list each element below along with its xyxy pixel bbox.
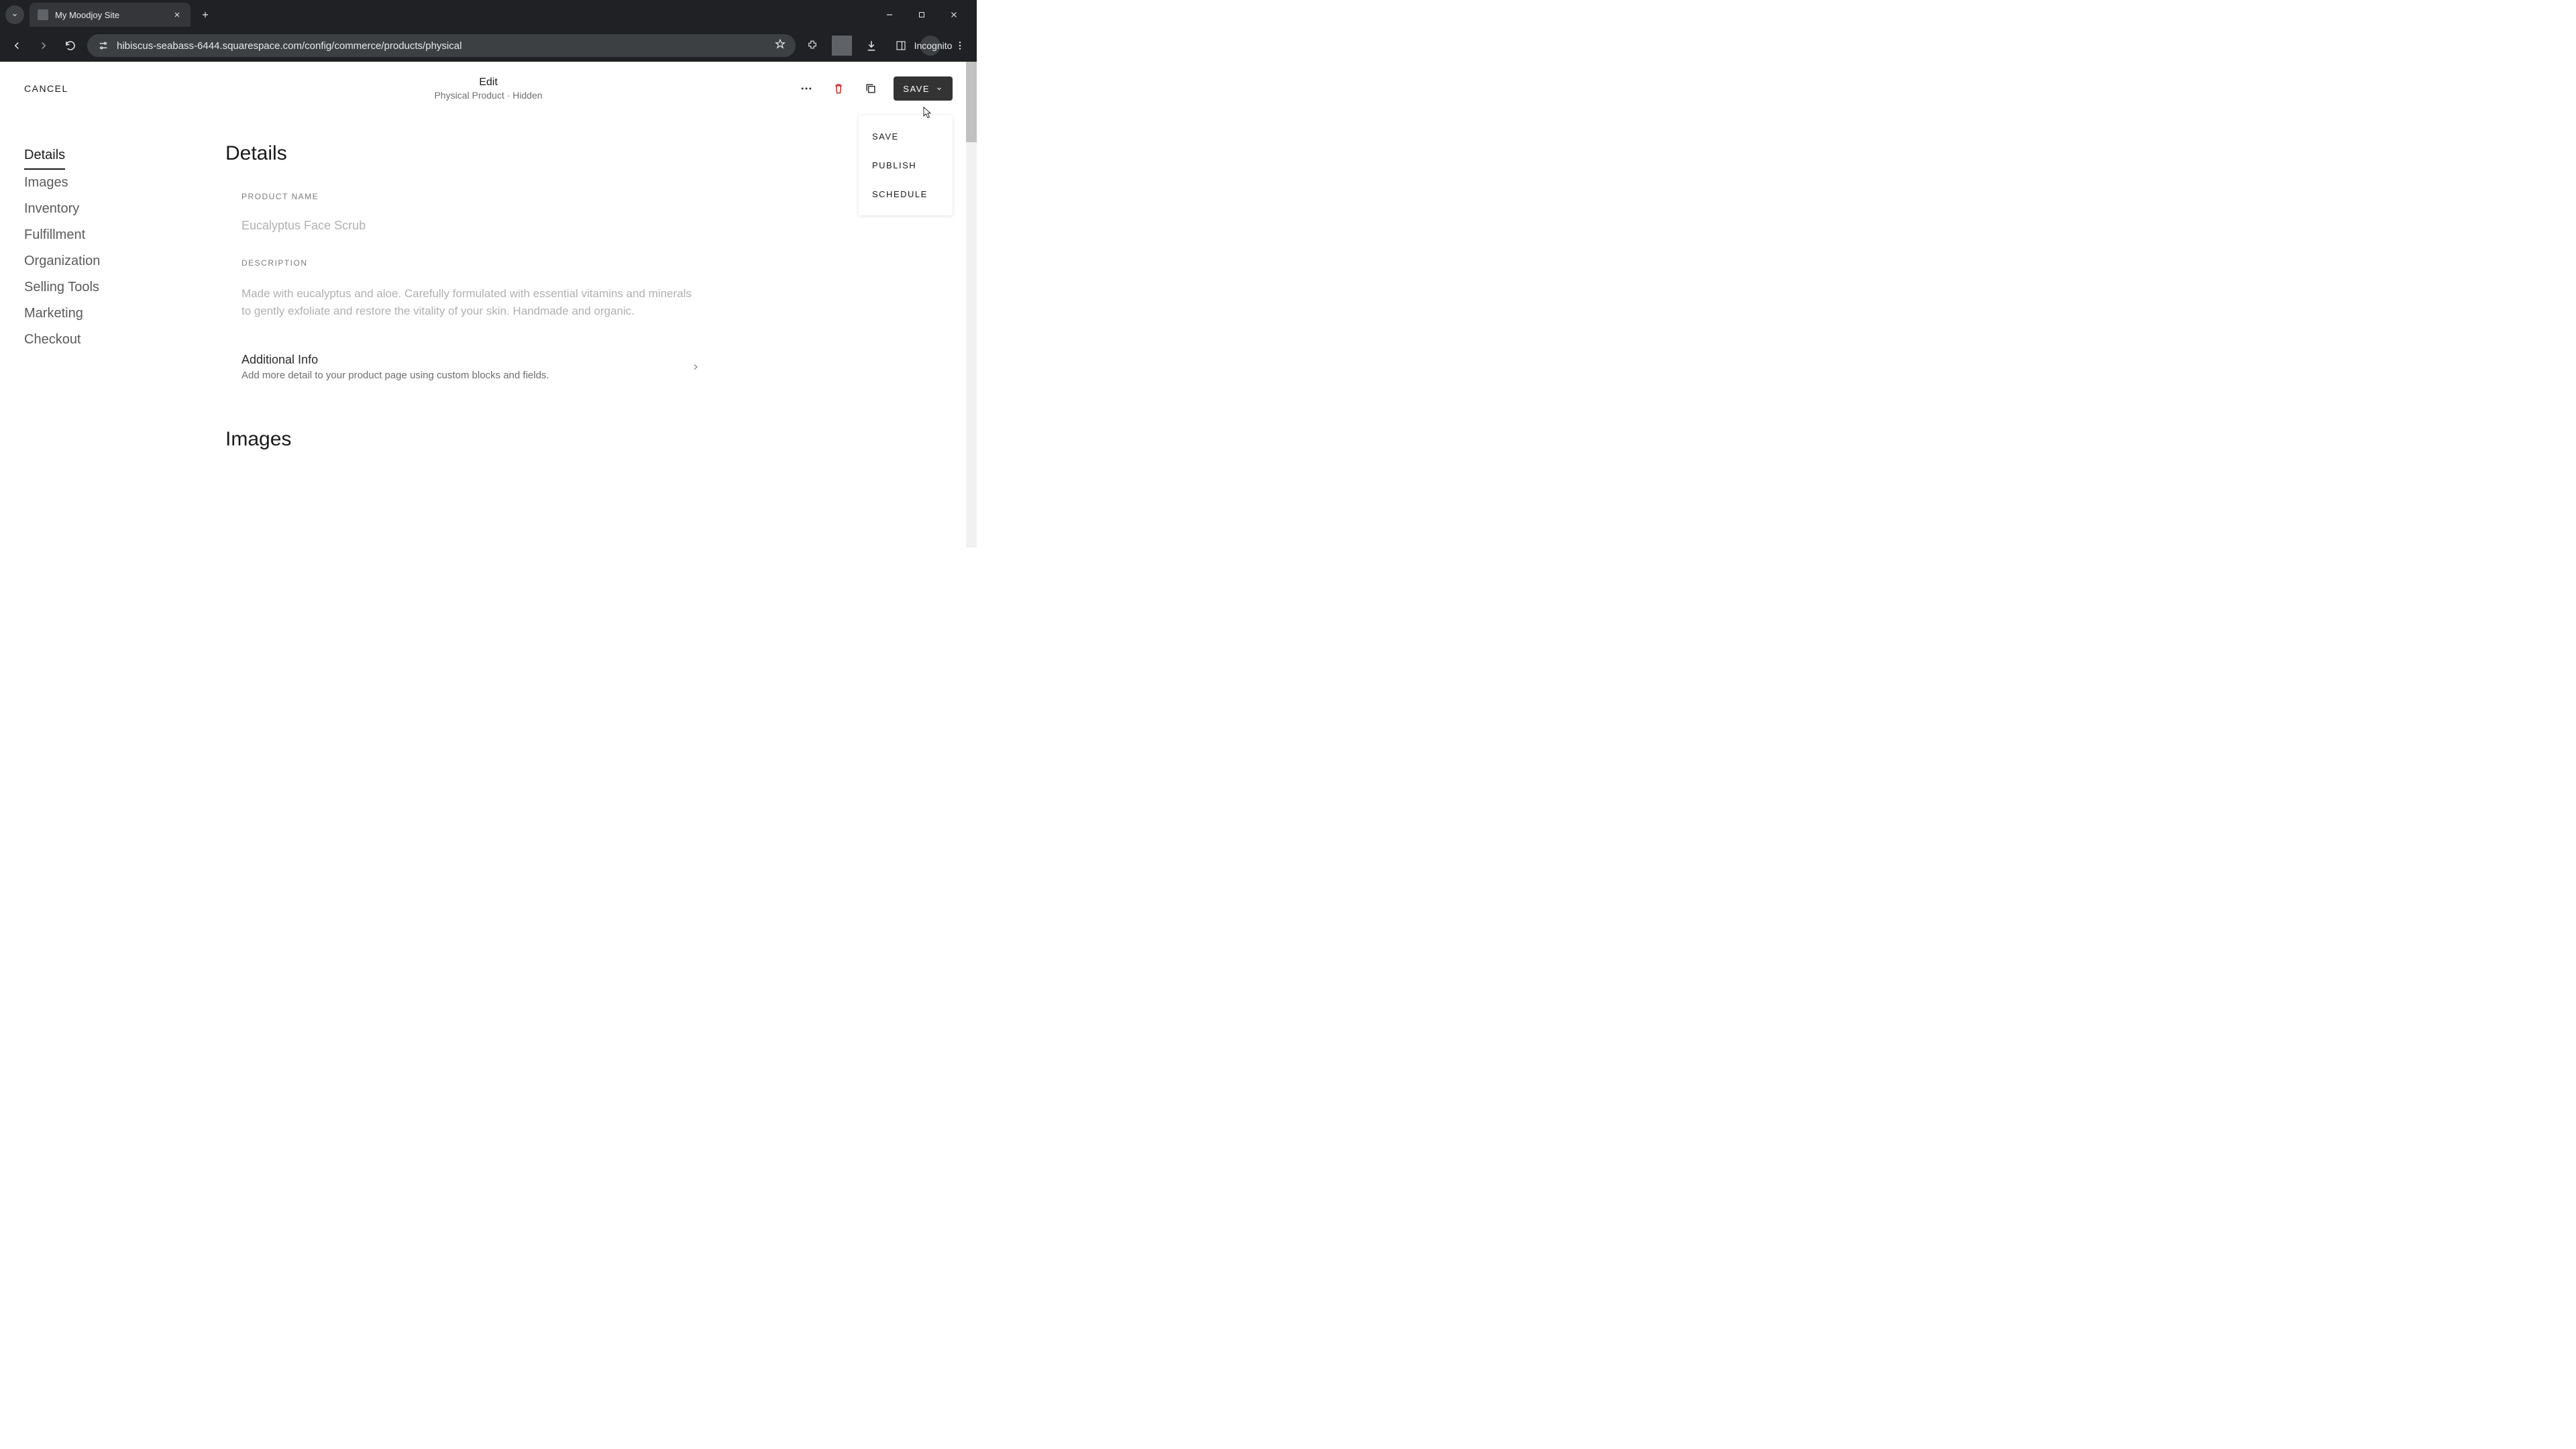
kebab-icon [955, 40, 965, 51]
dropdown-publish[interactable]: PUBLISH [859, 151, 953, 180]
additional-info-row[interactable]: Additional Info Add more detail to your … [233, 346, 708, 388]
scrollbar-thumb[interactable] [966, 62, 977, 142]
back-button[interactable] [7, 36, 27, 56]
favicon-icon [38, 9, 48, 20]
bookmark-button[interactable] [774, 38, 786, 54]
sidebar-item-inventory[interactable]: Inventory [24, 196, 225, 222]
more-horizontal-icon [800, 82, 813, 95]
sidepanel-icon [895, 40, 907, 52]
additional-info-subtitle: Add more detail to your product page usi… [241, 370, 549, 381]
url-text: hibiscus-seabass-6444.squarespace.com/co… [117, 40, 462, 52]
close-icon [173, 11, 181, 19]
additional-info-text: Additional Info Add more detail to your … [241, 353, 549, 381]
forward-button[interactable] [34, 36, 54, 56]
maximize-button[interactable] [912, 5, 931, 24]
product-name-label: PRODUCT NAME [241, 192, 708, 201]
header-actions: SAVE [797, 76, 953, 101]
images-heading: Images [225, 428, 708, 451]
duplicate-button[interactable] [861, 79, 880, 98]
extensions-icon [806, 40, 818, 52]
sidebar-item-marketing[interactable]: Marketing [24, 301, 225, 327]
incognito-indicator[interactable]: Incognito [920, 36, 941, 56]
tab-bar: My Moodjoy Site [0, 0, 977, 30]
duplicate-icon [864, 82, 877, 95]
save-button-label: SAVE [903, 84, 930, 94]
sidebar-item-checkout[interactable]: Checkout [24, 327, 225, 353]
chevron-down-icon [11, 11, 19, 19]
url-bar-row: hibiscus-seabass-6444.squarespace.com/co… [0, 30, 977, 62]
tab-title: My Moodjoy Site [55, 10, 165, 20]
editor-body: Details Images Inventory Fulfillment Org… [0, 115, 977, 478]
downloads-button[interactable] [861, 36, 881, 56]
tune-icon [98, 40, 109, 51]
side-nav: Details Images Inventory Fulfillment Org… [24, 115, 225, 478]
window-controls [880, 5, 971, 24]
description-label: DESCRIPTION [241, 258, 708, 268]
toolbar-right: Incognito [802, 36, 970, 56]
main-panel: Details PRODUCT NAME Eucalyptus Face Scr… [225, 115, 708, 478]
extensions-button[interactable] [802, 36, 822, 56]
dropdown-save[interactable]: SAVE [859, 122, 953, 151]
trash-icon [832, 82, 845, 95]
browser-chrome: My Moodjoy Site hibiscus-seabass- [0, 0, 977, 62]
header-title: Edit [434, 76, 542, 89]
more-button[interactable] [797, 79, 816, 98]
url-bar[interactable]: hibiscus-seabass-6444.squarespace.com/co… [87, 34, 796, 57]
sidebar-item-selling-tools[interactable]: Selling Tools [24, 274, 225, 301]
delete-button[interactable] [829, 79, 848, 98]
arrow-left-icon [11, 40, 23, 52]
save-button[interactable]: SAVE [894, 76, 953, 101]
reload-button[interactable] [60, 36, 80, 56]
plus-icon [201, 10, 210, 19]
cancel-button[interactable]: CANCEL [24, 83, 68, 94]
browser-tab[interactable]: My Moodjoy Site [30, 3, 191, 27]
reload-icon [64, 40, 76, 52]
sidebar-item-details[interactable]: Details [24, 142, 65, 170]
header-title-block: Edit Physical Product · Hidden [434, 76, 542, 101]
chevron-down-icon [935, 85, 943, 93]
sidebar-item-organization[interactable]: Organization [24, 248, 225, 274]
description-input[interactable]: Made with eucalyptus and aloe. Carefully… [233, 280, 708, 326]
new-tab-button[interactable] [196, 5, 215, 24]
minimize-icon [885, 10, 894, 19]
save-dropdown: SAVE PUBLISH SCHEDULE [859, 115, 953, 215]
additional-info-title: Additional Info [241, 353, 549, 367]
site-settings-button[interactable] [97, 39, 110, 52]
close-window-button[interactable] [945, 5, 963, 24]
sidebar-item-images[interactable]: Images [24, 170, 225, 196]
scrollbar[interactable] [966, 62, 977, 547]
minimize-button[interactable] [880, 5, 899, 24]
reading-list-button[interactable] [891, 36, 911, 56]
close-icon [949, 10, 959, 19]
divider [832, 36, 852, 56]
browser-menu-button[interactable] [950, 36, 970, 56]
star-icon [774, 38, 786, 50]
download-icon [865, 40, 877, 52]
app-content: CANCEL Edit Physical Product · Hidden SA… [0, 62, 977, 547]
maximize-icon [918, 11, 926, 19]
sidebar-item-fulfillment[interactable]: Fulfillment [24, 222, 225, 248]
product-name-input[interactable]: Eucalyptus Face Scrub [233, 213, 716, 238]
incognito-label: Incognito [914, 40, 953, 51]
details-heading: Details [225, 142, 708, 165]
editor-header: CANCEL Edit Physical Product · Hidden SA… [0, 62, 977, 115]
chevron-right-icon [691, 362, 700, 372]
header-subtitle: Physical Product · Hidden [434, 90, 542, 101]
arrow-right-icon [38, 40, 50, 52]
dropdown-schedule[interactable]: SCHEDULE [859, 180, 953, 209]
tab-close-button[interactable] [172, 9, 182, 20]
tab-search-button[interactable] [5, 5, 24, 24]
